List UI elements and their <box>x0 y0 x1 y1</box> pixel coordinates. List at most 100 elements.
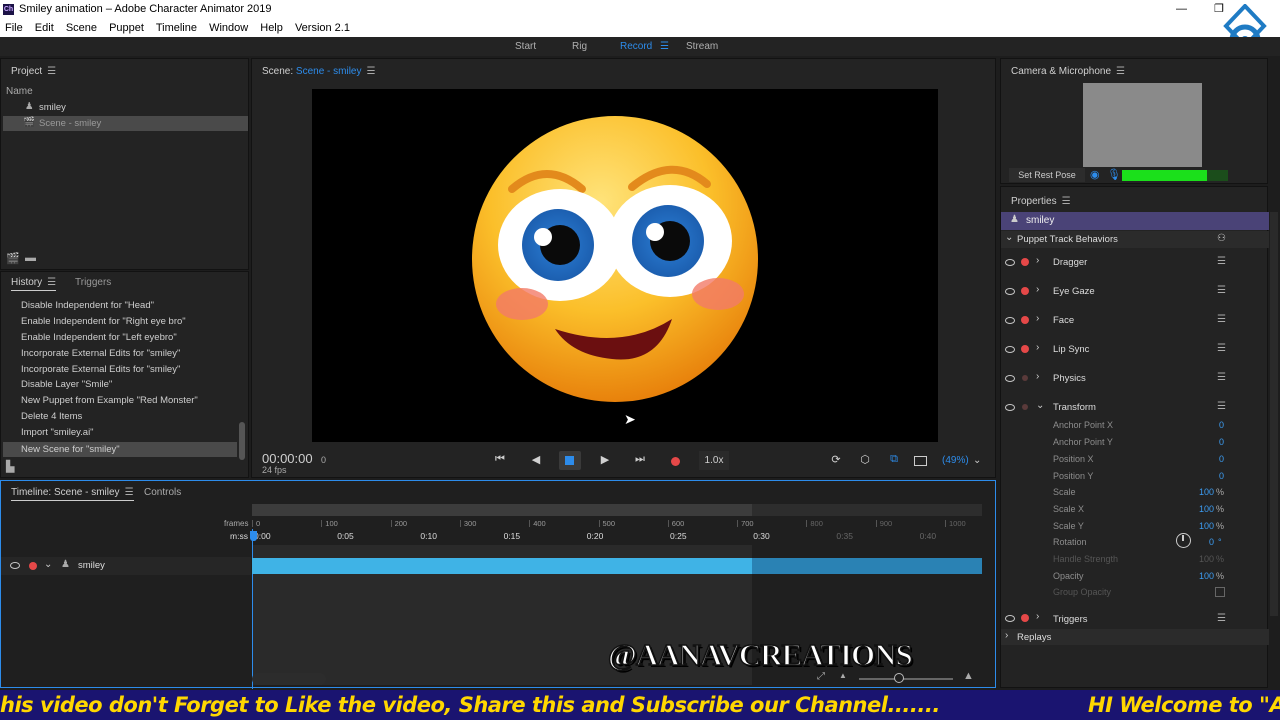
time-ruler[interactable]: 0 100 200 300 400 500 600 700 800 900 1000 0:00 0:05… <box>252 517 982 545</box>
tab-record[interactable]: Record <box>620 41 652 52</box>
set-rest-pose-button[interactable]: Set Rest Pose <box>1009 168 1085 182</box>
menu-icon[interactable]: ☰ <box>1217 401 1226 412</box>
tab-timeline[interactable]: Timeline: Scene - smiley ☰ <box>11 487 134 501</box>
puppet-view-icon[interactable]: ⬡ <box>857 453 873 466</box>
play-icon[interactable]: ▶ <box>597 453 613 466</box>
smiley-puppet[interactable] <box>312 89 938 442</box>
chevron-right-icon[interactable]: › <box>1036 255 1039 266</box>
record-arm-icon[interactable] <box>1022 375 1028 381</box>
project-item-puppet[interactable]: ♟ smiley <box>1 100 248 115</box>
record-arm-icon[interactable] <box>1021 614 1029 622</box>
record-arm-icon[interactable] <box>1022 404 1028 410</box>
record-arm-icon[interactable] <box>1021 316 1029 324</box>
timecode[interactable]: 00:00:00 <box>262 451 313 466</box>
step-forward-icon[interactable]: ⏭ <box>632 453 648 466</box>
menu-window[interactable]: Window <box>209 22 248 34</box>
zoom-slider[interactable] <box>859 678 953 680</box>
menu-puppet[interactable]: Puppet <box>109 22 144 34</box>
chevron-down-icon[interactable]: ⌄ <box>44 559 52 570</box>
menu-icon[interactable]: ☰ <box>1217 256 1226 267</box>
behavior-transform[interactable]: ⌄ Transform ☰ <box>1001 392 1269 421</box>
menu-edit[interactable]: Edit <box>35 22 54 34</box>
menu-icon[interactable]: ☰ <box>1217 285 1226 296</box>
timeline-scrollbar[interactable] <box>252 673 326 685</box>
replays-section[interactable]: › Replays <box>1001 629 1269 645</box>
menu-timeline[interactable]: Timeline <box>156 22 197 34</box>
eye-icon[interactable] <box>1005 346 1015 353</box>
behavior-face[interactable]: › Face ☰ <box>1001 305 1269 334</box>
eye-icon[interactable] <box>10 562 20 569</box>
tab-triggers[interactable]: Triggers <box>75 277 111 288</box>
tab-history[interactable]: History ☰ <box>11 277 57 291</box>
group-opacity-checkbox[interactable] <box>1215 587 1225 597</box>
chevron-right-icon[interactable]: › <box>1036 313 1039 324</box>
tab-controls[interactable]: Controls <box>144 487 181 498</box>
history-scrollbar[interactable] <box>239 422 245 460</box>
history-item[interactable]: Disable Independent for "Head" <box>21 300 154 315</box>
record-arm-icon[interactable] <box>1021 287 1029 295</box>
properties-scrollbar[interactable] <box>1270 212 1278 616</box>
bookmark-icon[interactable]: ▙ <box>6 460 14 473</box>
chevron-down-icon[interactable]: ⌄ <box>1036 400 1044 411</box>
behavior-lip-sync[interactable]: › Lip Sync ☰ <box>1001 334 1269 363</box>
behavior-eye-gaze[interactable]: › Eye Gaze ☰ <box>1001 276 1269 305</box>
chevron-right-icon[interactable]: › <box>1036 284 1039 295</box>
loop-icon[interactable]: ⟳ <box>828 453 844 466</box>
fit-frame-icon[interactable] <box>914 456 927 466</box>
history-item-selected[interactable]: New Scene for "smiley" <box>3 442 237 457</box>
eye-icon[interactable] <box>1005 375 1015 382</box>
param-position-y-value[interactable]: 0 <box>1194 471 1224 481</box>
param-scale-y-value[interactable]: 100 <box>1184 521 1214 531</box>
track-header[interactable]: ⌄ ♟ smiley <box>1 557 251 575</box>
stop-button[interactable] <box>559 451 581 470</box>
eye-icon[interactable] <box>1005 317 1015 324</box>
menu-icon[interactable]: ☰ <box>1217 314 1226 325</box>
panel-menu-icon[interactable]: ☰ <box>367 66 376 77</box>
chevron-right-icon[interactable]: › <box>1036 342 1039 353</box>
history-item[interactable]: New Puppet from Example "Red Monster" <box>21 395 198 410</box>
scene-canvas[interactable] <box>312 89 938 442</box>
param-anchor-y-value[interactable]: 0 <box>1194 437 1224 447</box>
chevron-right-icon[interactable]: › <box>1036 371 1039 382</box>
tab-stream[interactable]: Stream <box>686 41 718 52</box>
history-item[interactable]: Import "smiley.ai" <box>21 427 94 442</box>
zoom-slider-thumb[interactable] <box>894 673 904 683</box>
camera-toggle-icon[interactable]: ◉ <box>1090 168 1100 181</box>
panel-menu-icon[interactable]: ☰ <box>47 277 56 288</box>
tab-rig[interactable]: Rig <box>572 41 587 52</box>
zoom-large-icon[interactable]: ▲ <box>963 670 974 682</box>
param-scale-x-value[interactable]: 100 <box>1184 504 1214 514</box>
new-scene-icon[interactable]: 🎬 <box>6 252 20 265</box>
project-item-scene[interactable]: 🎬 Scene - smiley <box>3 116 248 131</box>
chevron-down-icon[interactable]: ⌄ <box>973 455 981 466</box>
history-item[interactable]: Incorporate External Edits for "smiley" <box>21 348 180 363</box>
work-area-range[interactable] <box>252 504 752 516</box>
puppet-track-clip[interactable] <box>252 558 982 574</box>
work-area-bar[interactable] <box>252 504 982 516</box>
panel-menu-icon[interactable]: ☰ <box>125 487 134 498</box>
behavior-triggers[interactable]: › Triggers ☰ <box>1001 606 1269 628</box>
add-behavior-icon[interactable]: ⚇ <box>1217 233 1226 244</box>
param-anchor-x-value[interactable]: 0 <box>1194 420 1224 430</box>
eye-icon[interactable] <box>1005 259 1015 266</box>
param-position-x-value[interactable]: 0 <box>1194 454 1224 464</box>
minimize-icon[interactable]: — <box>1176 3 1187 15</box>
menu-file[interactable]: File <box>5 22 23 34</box>
record-arm-icon[interactable] <box>29 562 37 570</box>
playback-speed[interactable]: 1.0x <box>699 451 729 470</box>
selected-puppet[interactable]: ♟ smiley <box>1001 212 1269 230</box>
record-arm-icon[interactable] <box>1021 345 1029 353</box>
chevron-right-icon[interactable]: › <box>1005 630 1008 641</box>
step-back-icon[interactable]: ◀︎ <box>528 453 544 466</box>
param-scale-value[interactable]: 100 <box>1184 487 1214 497</box>
record-button[interactable] <box>671 457 680 466</box>
microphone-icon[interactable]: 🎙 <box>1107 168 1121 181</box>
behavior-physics[interactable]: › Physics ☰ <box>1001 363 1269 392</box>
behavior-dragger[interactable]: › Dragger ☰ <box>1001 247 1269 276</box>
menu-help[interactable]: Help <box>260 22 283 34</box>
chevron-right-icon[interactable]: › <box>1036 611 1039 622</box>
panel-menu-icon[interactable]: ☰ <box>1116 66 1125 77</box>
name-column[interactable]: Name <box>6 86 33 97</box>
eye-icon[interactable] <box>1005 615 1015 622</box>
panel-menu-icon[interactable]: ☰ <box>1062 196 1071 207</box>
